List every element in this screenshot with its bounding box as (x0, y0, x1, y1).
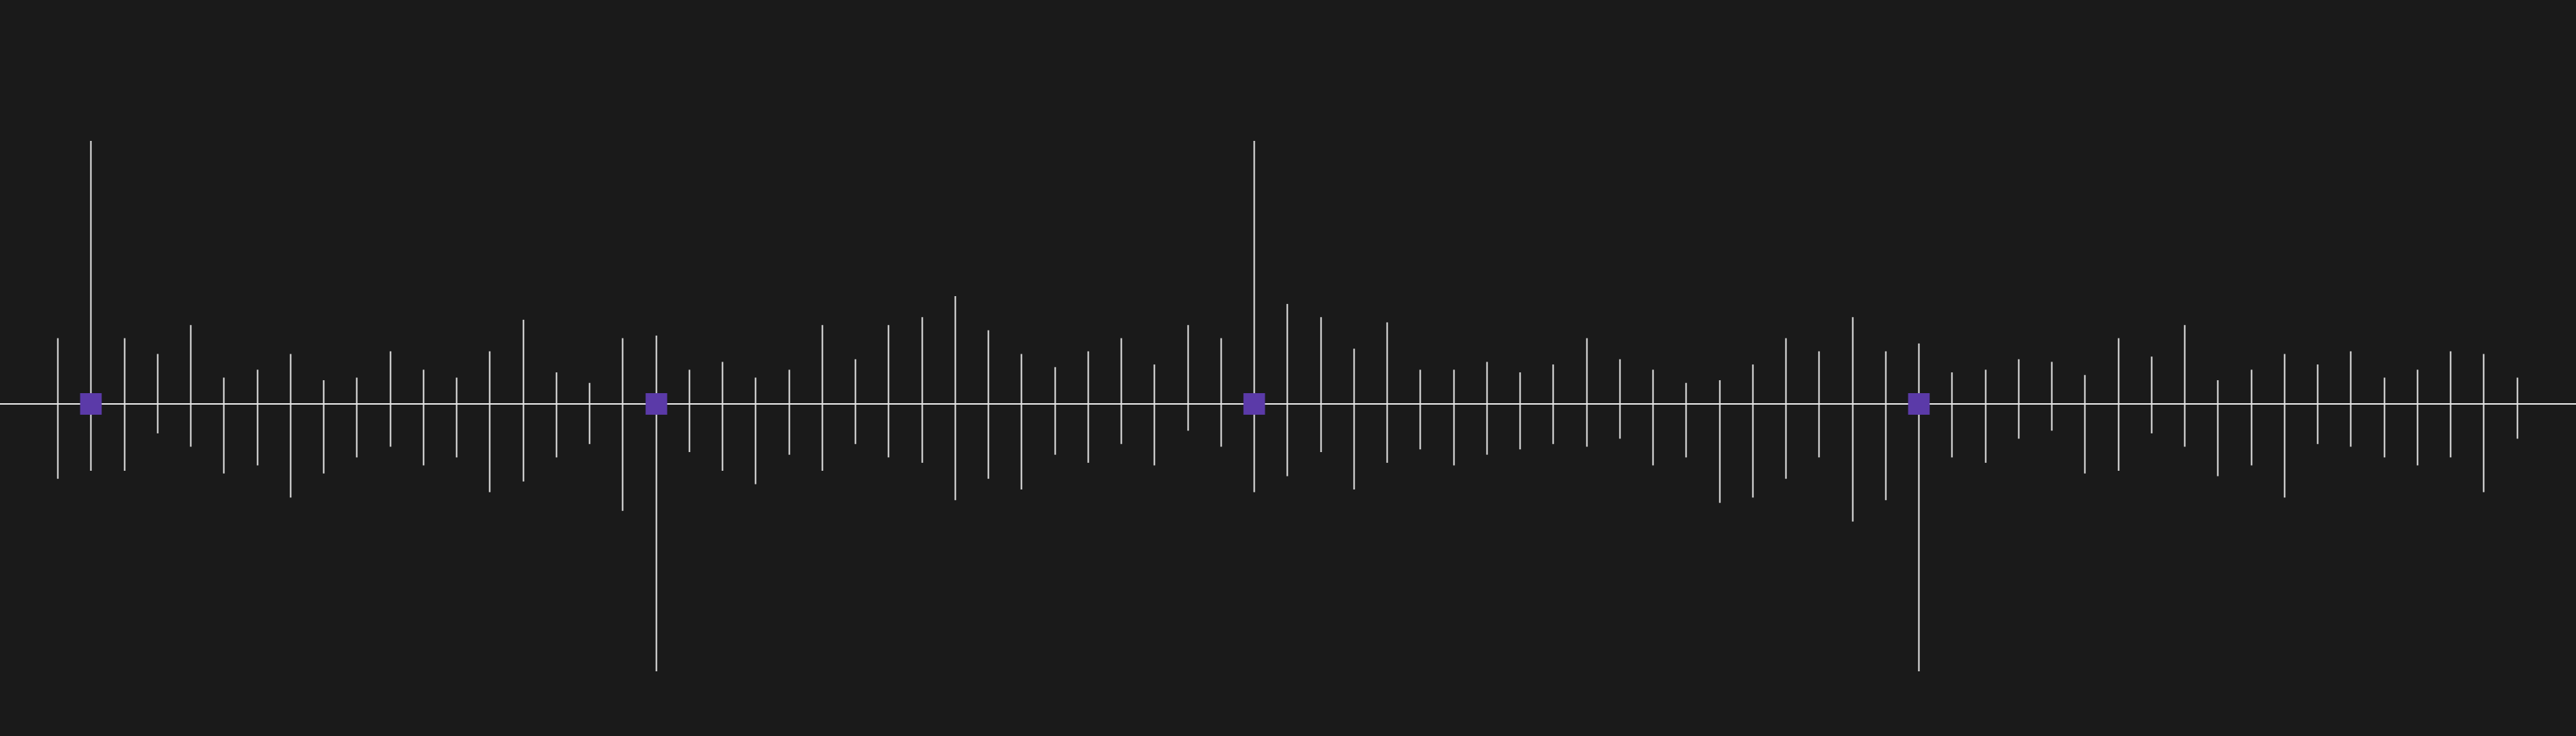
keyframe-marker[interactable] (1243, 393, 1265, 415)
keyframe-marker[interactable] (645, 393, 668, 415)
timeline-canvas (0, 0, 2576, 736)
keyframe-marker[interactable] (80, 393, 102, 415)
tick-group (57, 141, 2519, 671)
keyframe-marker[interactable] (1908, 393, 1930, 415)
waveform-timeline (0, 141, 2576, 671)
